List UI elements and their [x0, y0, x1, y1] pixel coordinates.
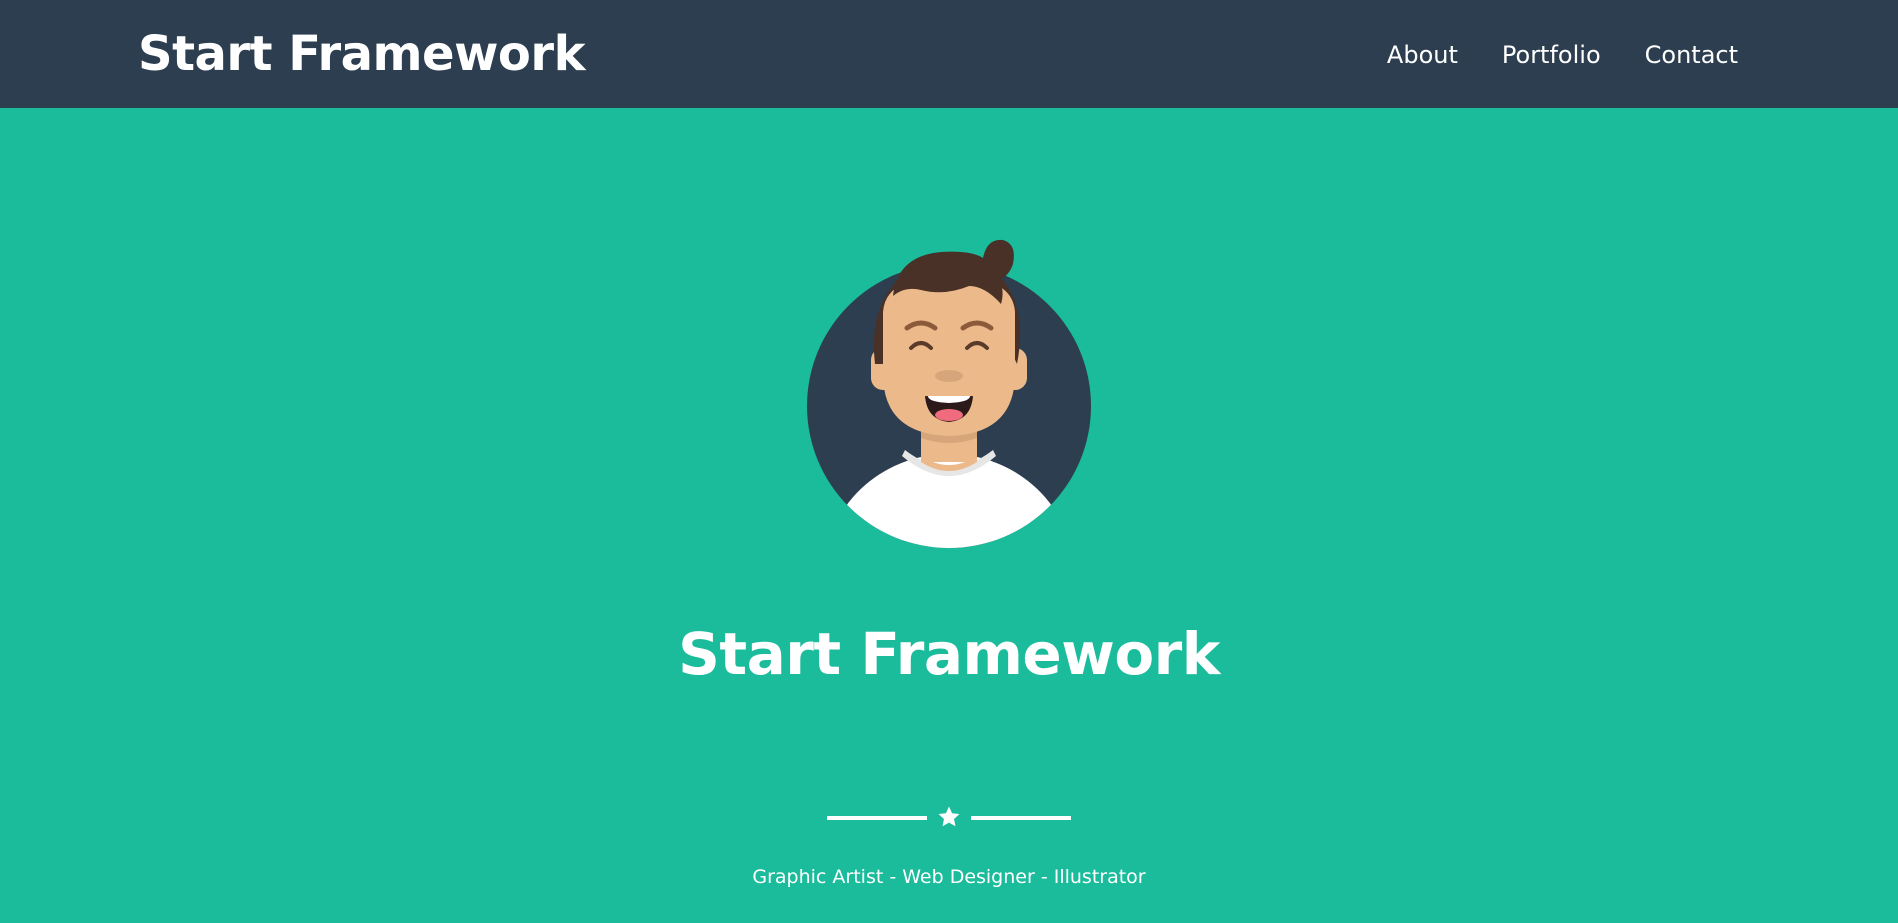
divider-line-right	[971, 816, 1071, 820]
hero-title: Start Framework	[678, 620, 1220, 688]
divider-line-left	[827, 816, 927, 820]
brand-link[interactable]: Start Framework	[138, 22, 586, 86]
nav-link-about[interactable]: About	[1387, 38, 1458, 72]
avatar-smiling-man-icon	[807, 239, 1091, 548]
nav-link-contact[interactable]: Contact	[1645, 38, 1738, 72]
nav-link-portfolio[interactable]: Portfolio	[1502, 38, 1601, 72]
star-icon	[938, 806, 960, 827]
star-divider	[827, 796, 1071, 840]
nav-links: About Portfolio Contact	[1387, 38, 1738, 72]
hero-section: Start Framework Graphic Artist - Web Des…	[0, 108, 1898, 923]
hero-tagline: Graphic Artist - Web Designer - Illustra…	[752, 866, 1146, 888]
navbar: Start Framework About Portfolio Contact	[0, 0, 1898, 108]
